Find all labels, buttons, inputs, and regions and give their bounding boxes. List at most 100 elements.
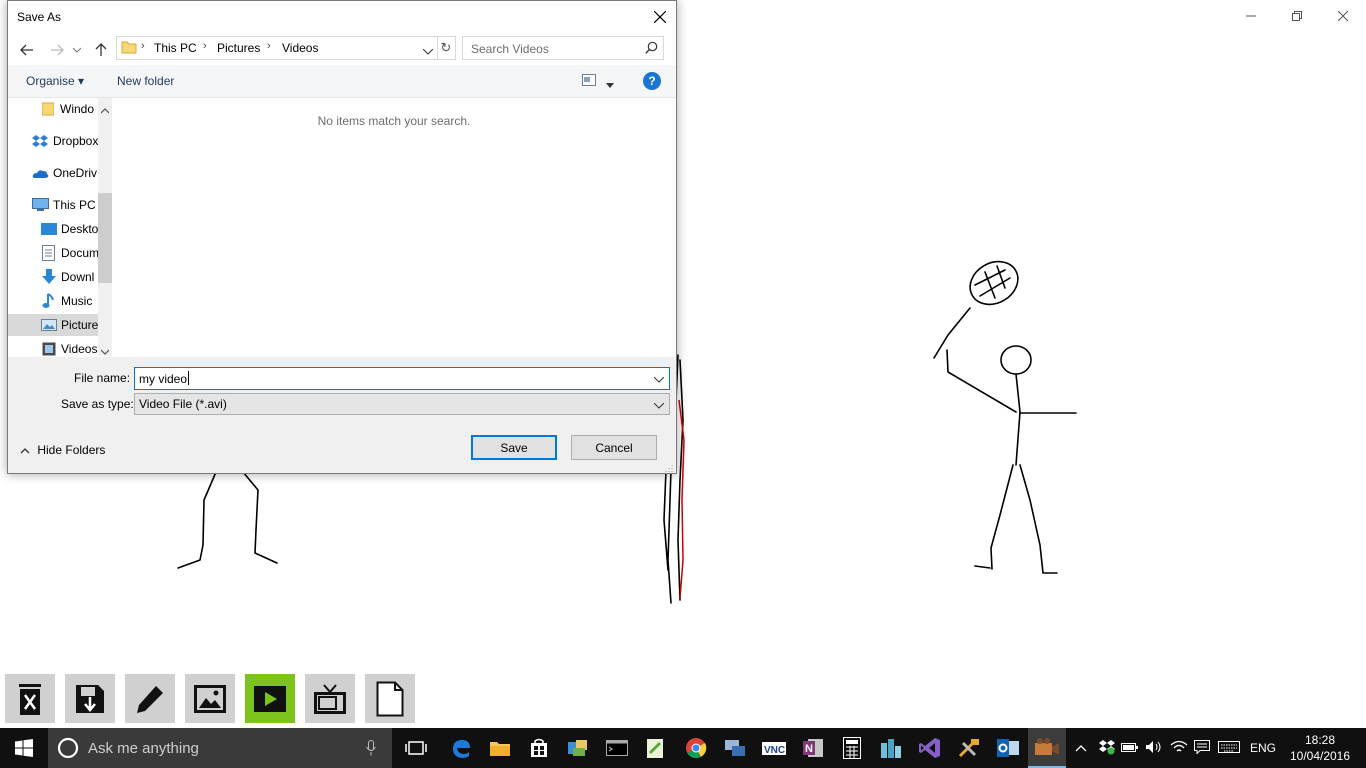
- nav-item-onedrive[interactable]: OneDriv: [8, 162, 98, 184]
- save-options-panel: File name: my video Save as type: Video …: [8, 357, 676, 473]
- nav-item-windows-folder[interactable]: Windo: [8, 98, 98, 120]
- cortana-search-box[interactable]: Ask me anything: [48, 728, 392, 768]
- view-options-icon[interactable]: [582, 74, 596, 89]
- wifi-icon[interactable]: [1170, 740, 1188, 757]
- cancel-button[interactable]: Cancel: [571, 435, 657, 460]
- organise-menu[interactable]: Organise ▾: [26, 74, 84, 88]
- navigation-row: › This PC › Pictures › Videos ↻ Search V…: [8, 35, 676, 63]
- new-page-button[interactable]: [365, 674, 415, 723]
- nav-item-pictures[interactable]: Picture: [8, 314, 98, 336]
- volume-icon[interactable]: [1145, 740, 1163, 757]
- folder-icon: [41, 102, 55, 119]
- view-dropdown-icon[interactable]: [606, 77, 614, 91]
- save-button[interactable]: Save: [471, 435, 557, 460]
- page-icon: [376, 681, 404, 716]
- microphone-icon[interactable]: [366, 740, 376, 756]
- start-button[interactable]: [0, 728, 48, 768]
- nav-item-this-pc[interactable]: This PC: [8, 194, 98, 216]
- address-bar[interactable]: › This PC › Pictures › Videos: [116, 36, 438, 60]
- navigation-pane: Windo Dropbox OneDriv This PC Deskto Doc…: [8, 98, 112, 356]
- nav-item-music[interactable]: Music: [8, 290, 98, 312]
- dialog-close-icon[interactable]: [644, 1, 676, 32]
- task-view-icon[interactable]: [397, 728, 435, 768]
- network-app-icon[interactable]: [559, 728, 597, 768]
- delete-button[interactable]: [5, 674, 55, 723]
- file-name-value: my video: [139, 372, 188, 386]
- resize-grip-icon[interactable]: [663, 461, 673, 475]
- language-indicator[interactable]: ENG: [1250, 741, 1276, 755]
- breadcrumb-this-pc[interactable]: This PC: [154, 41, 197, 55]
- action-center-icon[interactable]: [1194, 740, 1210, 757]
- help-icon[interactable]: ?: [643, 72, 661, 90]
- play-button[interactable]: [245, 674, 295, 723]
- show-hidden-icons-chevron-icon[interactable]: [1075, 741, 1087, 755]
- pictures-icon: [41, 319, 57, 334]
- hide-folders-label: Hide Folders: [37, 443, 106, 457]
- breadcrumb-videos[interactable]: Videos: [282, 41, 318, 55]
- nav-item-desktop[interactable]: Deskto: [8, 218, 98, 240]
- forward-arrow-icon[interactable]: [46, 39, 68, 61]
- scroll-down-icon[interactable]: [100, 344, 110, 358]
- dropbox-tray-icon[interactable]: [1099, 739, 1115, 758]
- file-name-label: File name:: [74, 371, 131, 385]
- taskbar: Ask me anything VNC N ENG 18:28 10/04/20…: [0, 728, 1366, 768]
- recent-locations-chevron-icon[interactable]: [70, 39, 84, 61]
- tools-icon[interactable]: [950, 728, 988, 768]
- tv-button[interactable]: [305, 674, 355, 723]
- save-drawing-button[interactable]: [65, 674, 115, 723]
- pen-button[interactable]: [125, 674, 175, 723]
- file-list-area[interactable]: No items match your search.: [113, 98, 675, 356]
- search-icon[interactable]: [645, 41, 658, 57]
- nav-item-dropbox[interactable]: Dropbox: [8, 130, 98, 152]
- file-name-dropdown-icon[interactable]: [653, 372, 666, 384]
- new-folder-button[interactable]: New folder: [117, 74, 174, 88]
- visual-studio-icon[interactable]: [911, 728, 949, 768]
- store-icon[interactable]: [520, 728, 558, 768]
- video-recorder-icon[interactable]: [1028, 728, 1066, 768]
- nav-item-videos[interactable]: Videos: [8, 338, 98, 356]
- refresh-icon[interactable]: ↻: [437, 36, 456, 60]
- onenote-icon[interactable]: N: [794, 728, 832, 768]
- computer-icon: [32, 198, 49, 215]
- cmd-icon[interactable]: [598, 728, 636, 768]
- save-as-type-select[interactable]: Video File (*.avi): [134, 393, 670, 415]
- outlook-icon[interactable]: [989, 728, 1027, 768]
- edge-icon[interactable]: [442, 728, 480, 768]
- minimize-icon[interactable]: [1228, 0, 1274, 32]
- windows-logo-icon: [15, 739, 33, 757]
- keyboard-icon[interactable]: [1218, 741, 1240, 756]
- nav-item-documents[interactable]: Docum: [8, 242, 98, 264]
- picture-icon: [194, 684, 226, 713]
- chrome-icon[interactable]: [677, 728, 715, 768]
- clock[interactable]: 18:28 10/04/2016: [1284, 732, 1356, 764]
- nav-item-downloads[interactable]: Downl: [8, 266, 98, 288]
- back-arrow-icon[interactable]: [16, 39, 38, 61]
- city-app-icon[interactable]: [872, 728, 910, 768]
- close-icon[interactable]: [1320, 0, 1366, 32]
- vnc-icon[interactable]: VNC: [755, 728, 793, 768]
- file-name-input[interactable]: my video: [134, 367, 670, 390]
- restore-icon[interactable]: [1274, 0, 1320, 32]
- battery-icon[interactable]: [1121, 741, 1139, 756]
- notepad-plus-icon[interactable]: [637, 728, 675, 768]
- save-as-type-value: Video File (*.avi): [139, 397, 227, 411]
- up-arrow-icon[interactable]: [90, 39, 112, 61]
- pencil-icon: [137, 685, 163, 713]
- scrollbar-thumb[interactable]: [98, 193, 112, 283]
- scroll-up-icon[interactable]: [100, 103, 110, 117]
- navigation-scrollbar[interactable]: [98, 98, 112, 356]
- save-as-dialog: Save As › This PC › Pictures › Videos ↻ …: [7, 0, 677, 474]
- remote-desktop-icon[interactable]: [716, 728, 754, 768]
- address-dropdown-icon[interactable]: [422, 44, 434, 58]
- hide-folders-button[interactable]: Hide Folders: [20, 443, 105, 457]
- image-button[interactable]: [185, 674, 235, 723]
- svg-text:VNC: VNC: [764, 745, 785, 756]
- save-type-dropdown-icon[interactable]: [653, 398, 666, 410]
- search-box[interactable]: Search Videos: [462, 36, 664, 60]
- calculator-icon[interactable]: [833, 728, 871, 768]
- folder-icon: [121, 40, 137, 57]
- breadcrumb-pictures[interactable]: Pictures: [217, 41, 260, 55]
- text-cursor: [188, 371, 189, 385]
- dialog-titlebar[interactable]: Save As: [8, 1, 676, 32]
- file-explorer-icon[interactable]: [481, 728, 519, 768]
